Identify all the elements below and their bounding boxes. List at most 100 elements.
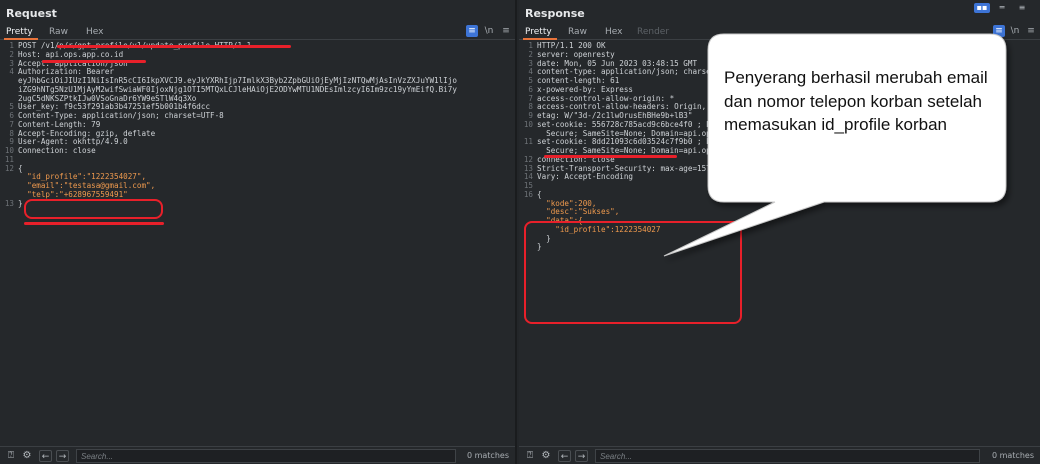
code-line: 5 User_key: f9c53f291ab3b47251ef5b001b4f6…	[0, 103, 515, 112]
request-tabs: Pretty Raw Hex	[0, 24, 515, 40]
next-match-button[interactable]: →	[56, 450, 69, 462]
code-line: 14 Vary: Accept-Encoding	[519, 173, 1040, 182]
tab-pretty[interactable]: Pretty	[525, 27, 552, 37]
help-icon[interactable]: ⍰	[5, 450, 17, 462]
code-text: server: openresty	[537, 50, 615, 59]
code-line: 6 Content-Type: application/json; charset…	[0, 112, 515, 121]
tab-raw[interactable]: Raw	[568, 27, 587, 37]
code-line: 1 HTTP/1.1 200 OK	[519, 42, 1040, 51]
code-line: 4 Authorization: Bearer	[0, 68, 515, 77]
code-text: "id_profile":"1222354027",	[18, 173, 147, 182]
settings-gear-icon[interactable]: ⚙	[21, 450, 33, 462]
tab-hex[interactable]: Hex	[86, 27, 103, 37]
line-number: 10	[4, 147, 14, 155]
code-text: eyJhbGciOiJIUzI1NiIsInR5cCI6IkpXVCJ9.eyJ…	[18, 77, 457, 85]
request-title: Request	[6, 7, 57, 20]
active-tab-indicator	[4, 38, 38, 40]
line-number: 1	[9, 42, 14, 50]
response-search-bar: ⍰ ⚙ ← → 0 matches	[519, 446, 1040, 464]
code-line: "desc":"Sukses",	[519, 208, 1040, 217]
settings-gear-icon[interactable]: ⚙	[540, 450, 552, 462]
tab-pretty[interactable]: Pretty	[6, 27, 33, 37]
code-text: 2ugC5dNKSZPtkIJw0VSoGnaDr6YW9eSTlW4q3Xo	[18, 94, 197, 103]
request-pane: Request Pretty Raw Hex ≡ \n ≡ 1POST /v1/…	[0, 0, 517, 464]
code-line: 9 User-Agent: okhttp/4.9.0	[0, 138, 515, 147]
code-text: "email":"testasa@gmail.com",	[18, 182, 156, 190]
code-text: iZG9hNTg5NzU1MjAyM2wifSwiaWF0IjoxNjg1OTI…	[18, 85, 457, 94]
help-icon[interactable]: ⍰	[524, 450, 536, 462]
layout-single-button[interactable]: ≡	[1014, 3, 1030, 13]
tab-render[interactable]: Render	[637, 27, 669, 37]
menu-icon[interactable]: ≡	[500, 25, 512, 37]
code-text: set-cookie: 8dd21093c6d03524c7f9b0 ; Pat…	[537, 138, 784, 147]
code-text: User-Agent: okhttp/4.9.0	[18, 138, 128, 147]
code-line: 8 Accept-Encoding: gzip, deflate	[0, 130, 515, 139]
request-search-input[interactable]	[76, 449, 456, 463]
wrap-lines-button[interactable]: ≡	[466, 25, 478, 37]
code-line: "email":"testasa@gmail.com",	[0, 182, 515, 191]
code-line: 11	[0, 156, 515, 165]
line-number: 13	[523, 164, 533, 173]
line-number: 10	[523, 120, 533, 129]
tab-hex[interactable]: Hex	[605, 27, 622, 37]
layout-toggle: ▪▪ ═ ≡	[974, 3, 1034, 14]
line-number: 12	[4, 164, 14, 173]
line-number: 13	[4, 199, 14, 208]
code-text: x-powered-by: Express	[537, 85, 634, 94]
line-number: 11	[4, 155, 14, 164]
next-match-button[interactable]: →	[575, 450, 588, 462]
response-title: Response	[525, 7, 585, 20]
code-text: "desc":"Sukses",	[537, 208, 620, 217]
previous-match-button[interactable]: ←	[39, 450, 52, 462]
line-number: 7	[9, 120, 14, 129]
tab-raw[interactable]: Raw	[49, 27, 68, 37]
response-search-input[interactable]	[595, 449, 980, 463]
code-line: 15	[519, 182, 1040, 191]
line-number: 8	[528, 103, 533, 112]
wrap-lines-button[interactable]: ≡	[993, 25, 1005, 37]
line-number: 5	[9, 103, 14, 112]
code-text: }	[18, 199, 23, 208]
request-editor[interactable]: 1POST /v1/p/r/gpt_profile/v1/update_prof…	[0, 42, 515, 208]
line-number: 6	[9, 112, 14, 120]
code-text: Strict-Transport-Security: max-age=15768…	[537, 164, 862, 173]
code-line: 10 Connection: close	[0, 147, 515, 156]
code-line: iZG9hNTg5NzU1MjAyM2wifSwiaWF0IjoxNjg1OTI…	[0, 86, 515, 95]
code-text: Authorization: Bearer	[18, 68, 115, 77]
highlight-box-response-body	[524, 221, 742, 324]
code-line: 7 Content-Length: 79	[0, 121, 515, 130]
match-count: 0 matches	[991, 451, 1034, 460]
line-number: 9	[9, 138, 14, 147]
line-number: 16	[523, 190, 533, 199]
request-search-bar: ⍰ ⚙ ← → 0 matches	[0, 446, 515, 464]
layout-horizontal-button[interactable]: ═	[994, 3, 1010, 13]
line-number: 4	[9, 68, 14, 77]
line-number: 2	[9, 50, 14, 59]
response-tabs: Pretty Raw Hex Render	[519, 24, 1040, 40]
code-text: "kode":200,	[537, 199, 597, 208]
previous-match-button[interactable]: ←	[558, 450, 571, 462]
code-text: etag: W/"3d-/2c1lwOrusEhBHe9b+lB3"	[537, 112, 693, 120]
code-line: 11 set-cookie: 8dd21093c6d03524c7f9b0 ; P…	[519, 138, 1040, 147]
show-newlines-button[interactable]: \n	[483, 25, 495, 37]
show-newlines-button[interactable]: \n	[1009, 25, 1021, 37]
highlight-box-id-profile	[24, 199, 163, 219]
layout-side-by-side-button[interactable]: ▪▪	[974, 3, 990, 13]
code-line: "id_profile":"1222354027",	[0, 173, 515, 182]
code-text: Connection: close	[18, 147, 96, 155]
line-number: 4	[528, 68, 533, 77]
line-number: 2	[528, 50, 533, 59]
code-text: content-type: application/json; charset=…	[537, 68, 743, 77]
code-line: 2 server: openresty	[519, 51, 1040, 60]
menu-icon[interactable]: ≡	[1025, 25, 1037, 37]
line-number: 5	[528, 77, 533, 85]
redaction-mark	[544, 155, 677, 158]
code-line: 2 Host: api.ops.app.co.id	[0, 51, 515, 60]
line-number: 6	[528, 85, 533, 94]
code-line: "kode":200,	[519, 200, 1040, 209]
code-text: User_key: f9c53f291ab3b47251ef5b001b4f6d…	[18, 103, 211, 112]
code-text: Content-Type: application/json; charset=…	[18, 112, 224, 120]
line-number: 12	[523, 155, 533, 164]
callout-text: Penyerang berhasil merubah email dan nom…	[724, 68, 988, 134]
match-count: 0 matches	[466, 451, 509, 460]
